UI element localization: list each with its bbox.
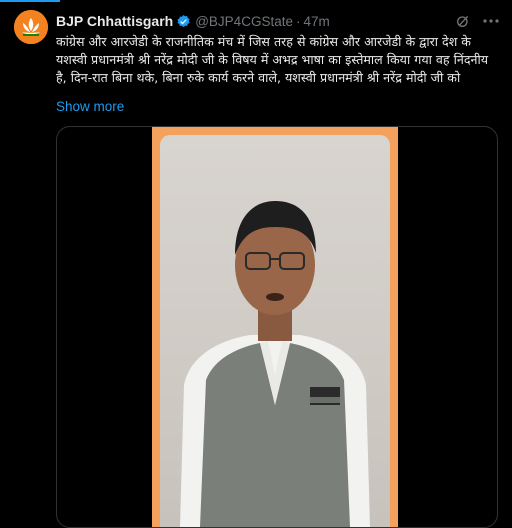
author-name[interactable]: BJP Chhattisgarh (56, 13, 173, 29)
video-thumbnail (160, 135, 390, 527)
video-player[interactable] (56, 126, 498, 528)
separator-dot: · (295, 13, 301, 29)
show-more-link[interactable]: Show more (56, 99, 124, 114)
tweet-text: कांग्रेस और आरजेडी के राजनीतिक मंच में ज… (56, 34, 489, 85)
tweet-header: BJP Chhattisgarh @BJP4CGState · 47m (56, 11, 502, 31)
timestamp[interactable]: 47m (303, 14, 329, 29)
author-handle[interactable]: @BJP4CGState (195, 14, 293, 29)
lotus-logo-icon (14, 10, 48, 44)
active-indicator (0, 0, 60, 2)
video-frame (152, 127, 398, 527)
person-figure (180, 201, 370, 527)
grok-icon[interactable] (452, 11, 474, 31)
verified-badge-icon[interactable] (176, 14, 191, 29)
more-options-icon[interactable] (480, 11, 502, 31)
avatar[interactable] (14, 10, 48, 44)
